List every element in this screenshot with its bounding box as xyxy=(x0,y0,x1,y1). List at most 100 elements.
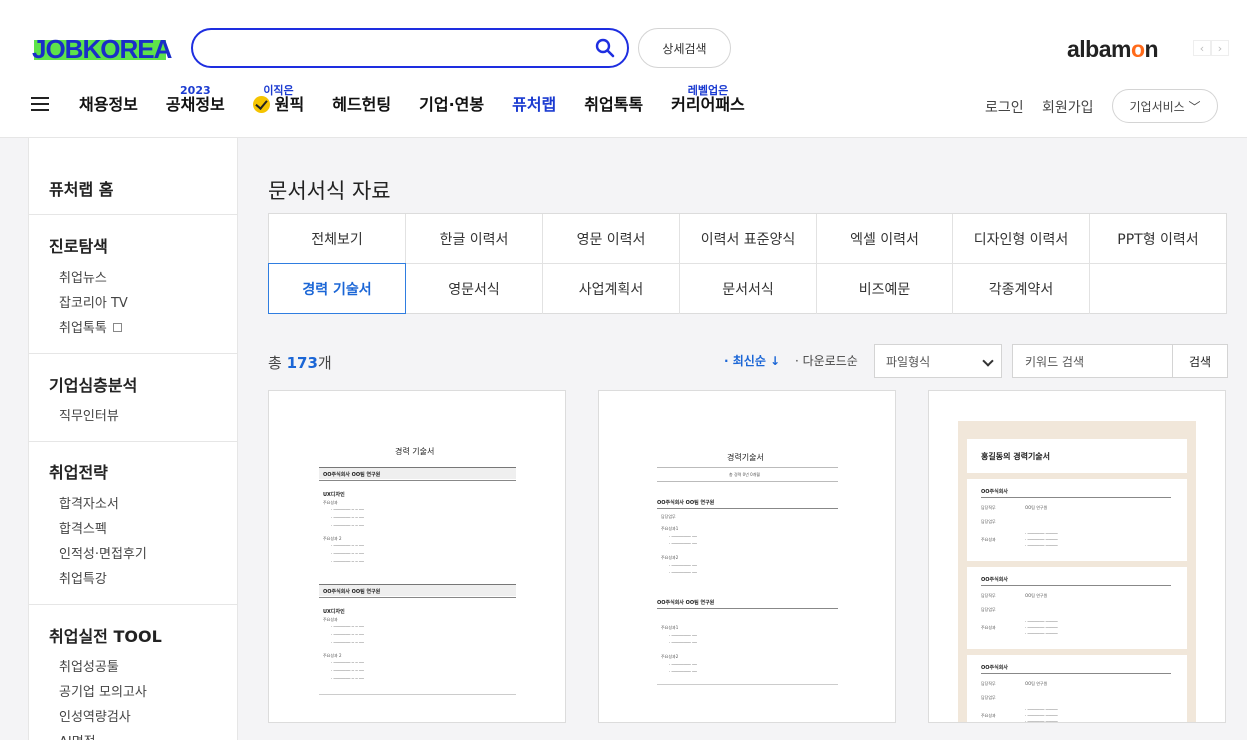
total-count: 총 173개 xyxy=(268,354,332,372)
document-task: 주요성과 2 xyxy=(323,536,342,541)
sidebar-item-tool[interactable]: 취업성공툴 xyxy=(59,656,119,675)
tab-korean-resume[interactable]: 한글 이력서 xyxy=(406,214,543,264)
sort-latest[interactable]: · 최신순 ↓ xyxy=(724,352,780,369)
banner-arrows: ‹ › xyxy=(1193,40,1229,56)
tab-english-resume[interactable]: 영문 이력서 xyxy=(543,214,680,264)
sidebar-item-lecture[interactable]: 취업특강 xyxy=(59,568,107,587)
category-table: 전체보기 한글 이력서 영문 이력서 이력서 표준양식 엑셀 이력서 디자인형 … xyxy=(268,213,1227,314)
document-task: 주요성과2 xyxy=(661,555,679,560)
document-subtitle: 총 경력 0년 0개월 xyxy=(729,472,760,477)
tab-all[interactable]: 전체보기 xyxy=(269,214,406,264)
document-label: 담당업무 xyxy=(981,695,996,700)
nav-badge: 2023 xyxy=(180,84,211,97)
document-role: OO팀 연구원 xyxy=(1025,681,1048,686)
tab-career-description[interactable]: 경력 기술서 xyxy=(268,263,406,314)
tab-design-resume[interactable]: 디자인형 이력서 xyxy=(953,214,1090,264)
top-header: JOBKOREA 상세검색 albamon ‹ › 채용정보 2023 공채정보 … xyxy=(0,0,1247,138)
sidebar-section-title[interactable]: 취업실전 TOOL xyxy=(49,623,162,647)
sidebar-home[interactable]: 퓨처랩 홈 xyxy=(49,176,113,200)
chevron-right-icon[interactable]: › xyxy=(1211,40,1229,56)
signup-link[interactable]: 회원가입 xyxy=(1042,97,1094,117)
tab-excel-resume[interactable]: 엑셀 이력서 xyxy=(817,214,953,264)
external-link-icon xyxy=(112,323,122,332)
document-section-box: OO주식회사 담당직무 OO팀 연구원 담당업무 주요성과 · ─────── … xyxy=(967,479,1187,561)
file-type-select[interactable]: 파일형식 xyxy=(874,344,1002,378)
document-task: 주요성과 xyxy=(323,500,338,505)
document-task: 주요성과 xyxy=(323,617,338,622)
document-task: 주요성과1 xyxy=(661,625,679,630)
document-role: OO팀 연구원 xyxy=(1025,505,1048,510)
nav-item-jobs[interactable]: 채용정보 xyxy=(79,93,138,117)
corp-service-button[interactable]: 기업서비스 ﹀ xyxy=(1112,89,1218,123)
document-label: 담당직무 xyxy=(981,505,996,510)
nav-item-public[interactable]: 2023 공채정보 xyxy=(166,84,225,117)
login-link[interactable]: 로그인 xyxy=(985,97,1024,117)
nav-item-salary[interactable]: 기업·연봉 xyxy=(419,93,484,117)
document-line xyxy=(657,684,838,685)
sidebar-section-title[interactable]: 기업심층분석 xyxy=(49,372,137,396)
document-line xyxy=(657,608,838,609)
detail-search-button[interactable]: 상세검색 xyxy=(638,28,731,68)
document-title: 경력 기술서 xyxy=(395,447,435,456)
document-card[interactable]: 경력 기술서 OO주식회사 OO팀 연구원 UX디자인 주요성과 · ─────… xyxy=(268,390,566,723)
sidebar-divider xyxy=(29,604,237,605)
nav-badge: 레벨업은 xyxy=(687,84,729,97)
keyword-search-input[interactable]: 키워드 검색 xyxy=(1012,344,1173,378)
nav-item-talk[interactable]: 취업톡톡 xyxy=(584,93,643,117)
document-label: 담당업무 xyxy=(981,519,996,524)
sort-download[interactable]: · 다운로드순 xyxy=(795,352,858,369)
tab-document-forms[interactable]: 문서서식 xyxy=(680,264,817,314)
sidebar-item-ai-interview[interactable]: AI면접 xyxy=(59,731,96,740)
sidebar-item-news[interactable]: 취업뉴스 xyxy=(59,267,107,286)
nav-item-onepick[interactable]: 이직은 원픽 xyxy=(252,84,304,117)
sidebar-section-title[interactable]: 진로탐색 xyxy=(49,233,108,257)
nav-item-futurelab[interactable]: 퓨처랩 xyxy=(512,93,556,117)
jobkorea-logo[interactable]: JOBKOREA xyxy=(32,34,172,65)
sidebar-item-interview[interactable]: 직무인터뷰 xyxy=(59,405,119,424)
albamon-logo-part: n xyxy=(1144,36,1159,62)
sidebar-divider xyxy=(29,353,237,354)
keyword-search-button[interactable]: 검색 xyxy=(1172,344,1228,378)
sidebar-item-talk[interactable]: 취업톡톡 xyxy=(59,317,122,336)
tab-biz-examples[interactable]: 비즈예문 xyxy=(817,264,953,314)
tab-english-forms[interactable]: 영문서식 xyxy=(406,264,543,314)
document-company: OO주식회사 OO팀 연구원 xyxy=(323,472,381,478)
sidebar-item-tv[interactable]: 잡코리아 TV xyxy=(59,292,128,311)
document-card[interactable]: 경력기술서 총 경력 0년 0개월 OO주식회사 OO팀 연구원 담당업무 주요… xyxy=(598,390,896,723)
document-label: 담당직무 xyxy=(981,593,996,598)
albamon-logo-o: o xyxy=(1130,36,1145,62)
document-line xyxy=(981,673,1171,674)
chevron-left-icon[interactable]: ‹ xyxy=(1193,40,1211,56)
albamon-logo-part: albam xyxy=(1067,36,1131,62)
tab-business-plan[interactable]: 사업계획서 xyxy=(543,264,680,314)
document-company: OO주식회사 xyxy=(981,577,1008,583)
menu-icon[interactable] xyxy=(31,97,49,111)
tab-ppt-resume[interactable]: PPT형 이력서 xyxy=(1090,214,1226,264)
sidebar-divider xyxy=(29,214,237,215)
document-section-box: OO주식회사 담당직무 OO팀 연구원 담당업무 주요성과 · ─────── … xyxy=(967,655,1187,722)
document-line xyxy=(657,508,838,509)
tab-contracts[interactable]: 각종계약서 xyxy=(953,264,1090,314)
nav-item-careerpath[interactable]: 레벨업은 커리어패스 xyxy=(671,84,745,117)
sidebar-item-mock-exam[interactable]: 공기업 모의고사 xyxy=(59,681,147,700)
sidebar-item-personality[interactable]: 인성역량검사 xyxy=(59,706,131,725)
sidebar-item-spec[interactable]: 합격스펙 xyxy=(59,518,107,537)
document-dept: UX디자인 xyxy=(323,492,345,498)
document-title: 경력기술서 xyxy=(727,453,764,462)
nav-item-headhunting[interactable]: 헤드헌팅 xyxy=(332,93,391,117)
search-icon[interactable] xyxy=(595,38,615,58)
document-background: 홍길동의 경력기술서 OO주식회사 담당직무 OO팀 연구원 담당업무 주요성과… xyxy=(958,421,1196,722)
tab-standard-resume[interactable]: 이력서 표준양식 xyxy=(680,214,817,264)
document-section-box: OO주식회사 담당직무 OO팀 연구원 담당업무 주요성과 · ─────── … xyxy=(967,567,1187,649)
document-line xyxy=(981,585,1171,586)
document-header-box: 홍길동의 경력기술서 xyxy=(967,439,1187,473)
document-label: 담당직무 xyxy=(981,681,996,686)
sidebar-section-title[interactable]: 취업전략 xyxy=(49,459,108,483)
search-input[interactable] xyxy=(191,28,629,68)
document-dept: UX디자인 xyxy=(323,609,345,615)
sidebar: 퓨처랩 홈 진로탐색 취업뉴스 잡코리아 TV 취업톡톡 기업심층분석 직무인터… xyxy=(28,138,238,740)
document-card[interactable]: 홍길동의 경력기술서 OO주식회사 담당직무 OO팀 연구원 담당업무 주요성과… xyxy=(928,390,1226,723)
sidebar-item-essay[interactable]: 합격자소서 xyxy=(59,493,119,512)
sidebar-item-review[interactable]: 인적성·면접후기 xyxy=(59,543,147,562)
albamon-logo[interactable]: albamon xyxy=(1067,36,1159,63)
